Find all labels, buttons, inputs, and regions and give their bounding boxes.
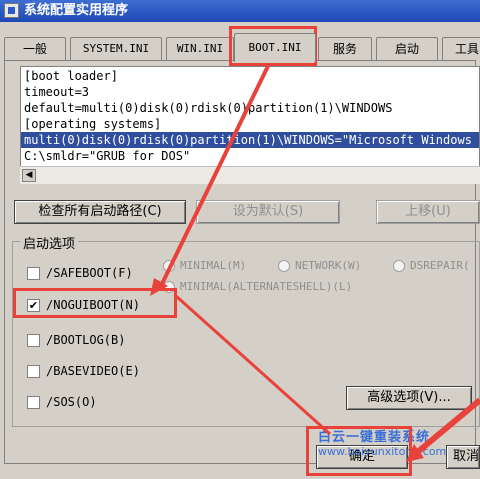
noguiboot-label: /NOGUIBOOT(N) [46,298,140,312]
tab-startup[interactable]: 启动 [376,37,438,61]
window-title: 系统配置实用程序 [24,3,129,18]
tab-tools[interactable]: 工具 [442,37,480,61]
watermark-url: www.baiyunxitong.com [318,445,447,458]
tab-general[interactable]: 一般 [4,37,66,61]
advanced-options-button[interactable]: 高级选项(V)... [346,386,472,410]
app-icon [4,3,19,18]
tab-win-ini[interactable]: WIN.INI [166,37,234,61]
set-as-default-button[interactable]: 设为默认(S) [196,200,340,224]
basevideo-label: /BASEVIDEO(E) [46,364,140,378]
boot-options-title: 启动选项 [20,233,79,252]
bootlog-checkbox[interactable] [27,334,40,347]
check-all-boot-paths-button[interactable]: 检查所有启动路径(C) [14,200,186,224]
scroll-left-arrow-icon[interactable]: ◀ [22,169,36,182]
dsrepair-label: DSREPAIR( [410,259,470,272]
alternateshell-label: MINIMAL(ALTERNATESHELL)(L) [180,280,353,293]
tab-system-ini[interactable]: SYSTEM.INI [70,37,162,61]
safeboot-label: /SAFEBOOT(F) [46,266,133,280]
sos-checkbox[interactable] [27,396,40,409]
tab-boot-ini[interactable]: BOOT.INI [234,33,316,62]
alternateshell-radio[interactable] [163,281,175,293]
boot-ini-line: timeout=3 [24,85,90,99]
boot-ini-line: default=multi(0)disk(0)rdisk(0)partition… [24,101,393,115]
noguiboot-checkbox[interactable]: ✔ [27,299,40,312]
boot-ini-line[interactable]: C:\smldr="GRUB for DOS" [24,148,190,164]
safeboot-checkbox[interactable] [27,267,40,280]
boot-ini-line: [boot loader] [24,69,118,83]
move-up-button[interactable]: 上移(U) [376,200,480,224]
basevideo-checkbox[interactable] [27,365,40,378]
network-label: NETWORK(W) [295,259,362,272]
title-bar: 系统配置实用程序 [0,0,480,22]
tab-services[interactable]: 服务 [318,37,372,61]
minimal-radio[interactable] [163,260,175,272]
dsrepair-radio[interactable] [393,260,405,272]
boot-ini-line-selected[interactable]: multi(0)disk(0)rdisk(0)partition(1)\WIND… [21,132,479,148]
boot-ini-line: [operating systems] [24,117,162,131]
bootlog-label: /BOOTLOG(B) [46,333,126,347]
minimal-label: MINIMAL(M) [180,259,247,272]
horizontal-scrollbar[interactable]: ◀ [20,166,480,184]
watermark-text: 白云一键重装系统 [318,430,431,445]
cancel-button[interactable]: 取消 [446,445,480,469]
sos-label: /SOS(O) [46,395,97,409]
tab-strip: 一般 SYSTEM.INI WIN.INI BOOT.INI 服务 启动 工具 [4,33,480,62]
network-radio[interactable] [278,260,290,272]
